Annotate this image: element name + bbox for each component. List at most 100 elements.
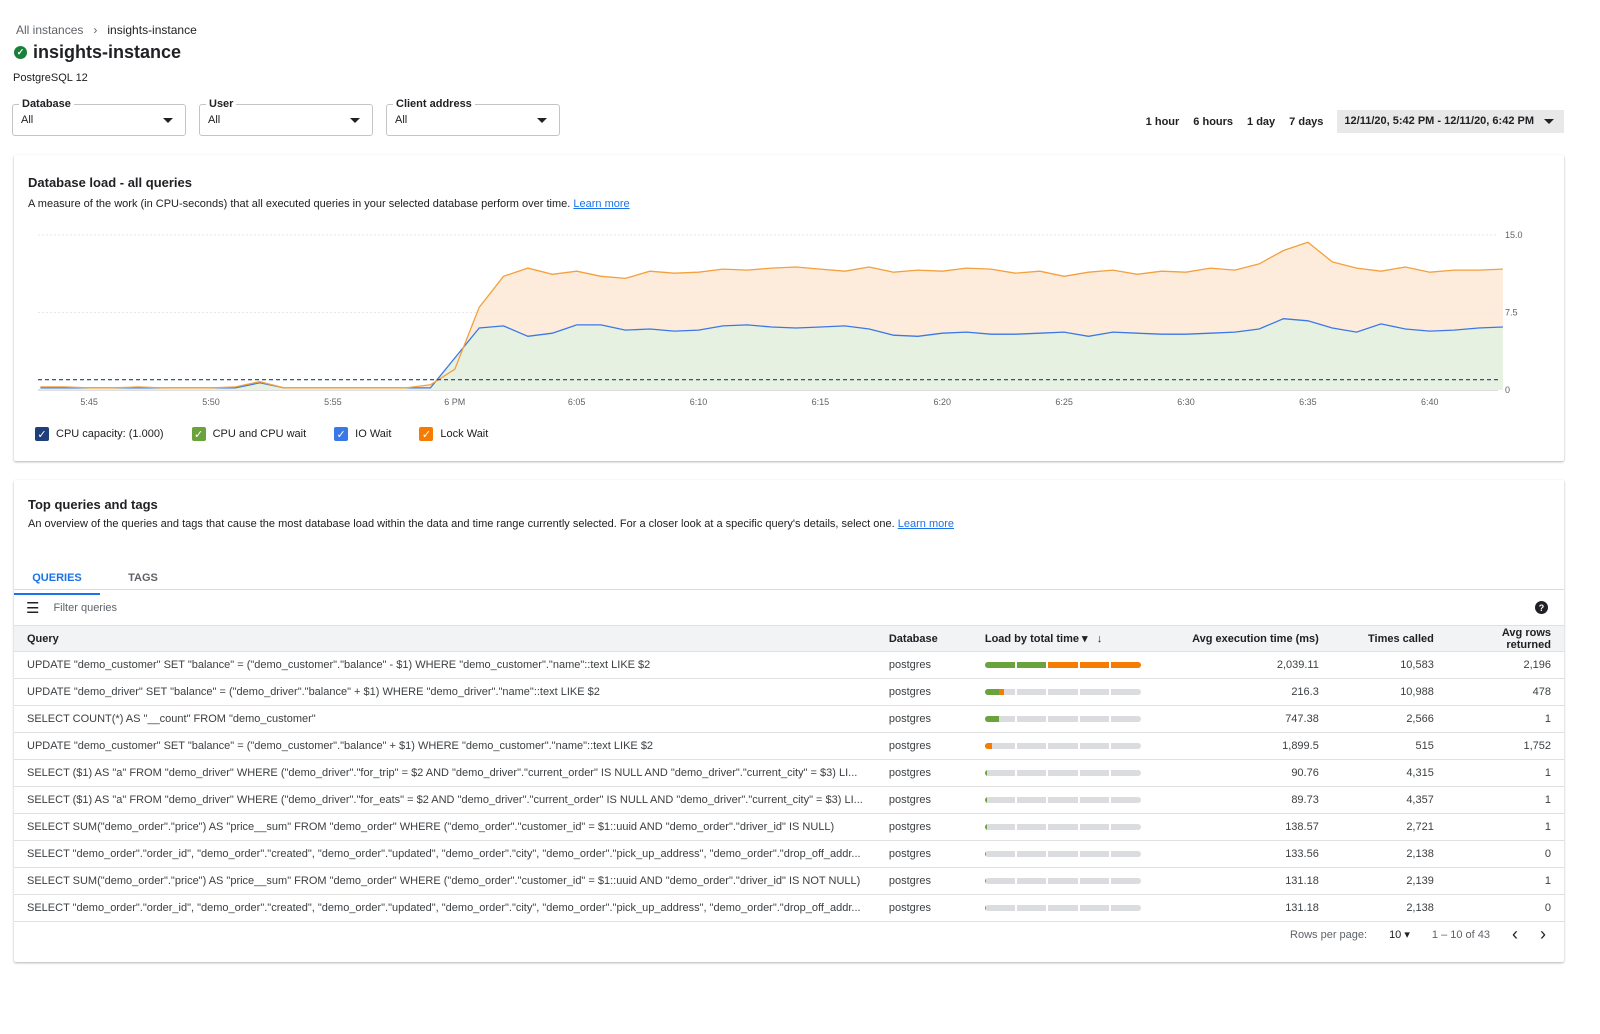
bar-gap bbox=[1077, 797, 1080, 803]
table-row[interactable]: SELECT ($1) AS "a" FROM "demo_driver" WH… bbox=[14, 786, 1564, 814]
range-7-days[interactable]: 7 days bbox=[1289, 116, 1323, 128]
time-range-bar: 1 hour 6 hours 1 day 7 days 12/11/20, 5:… bbox=[1146, 110, 1564, 133]
bar-gap bbox=[1077, 851, 1080, 857]
bar-gap bbox=[1045, 743, 1048, 749]
avg-exec-time: 89.73 bbox=[1161, 786, 1332, 814]
avg-rows: 2,196 bbox=[1446, 651, 1564, 679]
table-row[interactable]: SELECT ($1) AS "a" FROM "demo_driver" WH… bbox=[14, 759, 1564, 787]
sort-descending-icon[interactable]: ↓ bbox=[1097, 633, 1103, 645]
rows-per-page-select[interactable]: 10 ▾ bbox=[1389, 928, 1410, 941]
query-text[interactable]: SELECT SUM("demo_order"."price") AS "pri… bbox=[14, 813, 876, 841]
table-row[interactable]: UPDATE "demo_customer" SET "balance" = (… bbox=[14, 732, 1564, 760]
client-address-select[interactable]: Client address All bbox=[386, 98, 560, 136]
load-bar-lock bbox=[998, 689, 1004, 695]
bar-gap bbox=[1014, 851, 1017, 857]
query-text[interactable]: SELECT ($1) AS "a" FROM "demo_driver" WH… bbox=[14, 786, 876, 814]
bar-gap bbox=[1108, 716, 1111, 722]
legend-cpu-wait[interactable]: ✓ CPU and CPU wait bbox=[191, 427, 306, 441]
legend-lock-wait[interactable]: ✓ Lock Wait bbox=[419, 427, 488, 441]
query-text[interactable]: UPDATE "demo_customer" SET "balance" = (… bbox=[14, 732, 876, 760]
avg-exec-time: 131.18 bbox=[1161, 894, 1332, 922]
database-label: Database bbox=[19, 98, 74, 110]
table-row[interactable]: SELECT SUM("demo_order"."price") AS "pri… bbox=[14, 813, 1564, 841]
col-avg-exec[interactable]: Avg execution time (ms) bbox=[1161, 625, 1332, 652]
dropdown-arrow-icon[interactable]: ▾ bbox=[1082, 633, 1088, 645]
database-select[interactable]: Database All bbox=[12, 98, 186, 136]
query-text[interactable]: SELECT "demo_order"."order_id", "demo_or… bbox=[14, 894, 876, 922]
bar-gap bbox=[1108, 743, 1111, 749]
table-row[interactable]: UPDATE "demo_customer" SET "balance" = (… bbox=[14, 651, 1564, 679]
times-called: 2,139 bbox=[1331, 867, 1447, 895]
x-tick-label: 6:05 bbox=[568, 397, 586, 407]
help-icon[interactable]: ? bbox=[1535, 601, 1548, 614]
check-circle-icon: ✓ bbox=[14, 46, 27, 59]
x-tick-label: 5:45 bbox=[80, 397, 98, 407]
avg-rows: 1 bbox=[1446, 786, 1564, 814]
avg-rows: 1 bbox=[1446, 867, 1564, 895]
times-called: 4,315 bbox=[1331, 759, 1447, 787]
query-text[interactable]: SELECT SUM("demo_order"."price") AS "pri… bbox=[14, 867, 876, 895]
table-row[interactable]: SELECT SUM("demo_order"."price") AS "pri… bbox=[14, 867, 1564, 895]
learn-more-link[interactable]: Learn more bbox=[898, 518, 954, 530]
query-text[interactable]: SELECT COUNT(*) AS "__count" FROM "demo_… bbox=[14, 705, 876, 733]
table-row[interactable]: SELECT COUNT(*) AS "__count" FROM "demo_… bbox=[14, 705, 1564, 733]
prev-page-icon[interactable]: ‹ bbox=[1512, 924, 1518, 945]
queries-card-description: An overview of the queries and tags that… bbox=[28, 518, 954, 530]
table-row[interactable]: SELECT "demo_order"."order_id", "demo_or… bbox=[14, 894, 1564, 922]
avg-exec-time: 90.76 bbox=[1161, 759, 1332, 787]
database-name: postgres bbox=[875, 894, 972, 922]
database-value: All bbox=[21, 114, 34, 126]
database-name: postgres bbox=[875, 759, 972, 787]
x-tick-label: 6:15 bbox=[812, 397, 830, 407]
filter-icon[interactable]: ☰ bbox=[26, 599, 39, 617]
database-name: postgres bbox=[875, 732, 972, 760]
avg-rows: 1 bbox=[1446, 759, 1564, 787]
bar-gap bbox=[1014, 689, 1017, 695]
bar-gap bbox=[1108, 797, 1111, 803]
legend-cpu-capacity[interactable]: ✓ CPU capacity: (1.000) bbox=[35, 427, 164, 441]
user-select[interactable]: User All bbox=[199, 98, 373, 136]
bar-gap bbox=[1045, 851, 1048, 857]
range-6-hours[interactable]: 6 hours bbox=[1193, 116, 1233, 128]
range-1-day[interactable]: 1 day bbox=[1247, 116, 1275, 128]
avg-rows: 0 bbox=[1446, 894, 1564, 922]
checkbox-icon[interactable]: ✓ bbox=[35, 427, 49, 441]
bar-gap bbox=[1045, 905, 1048, 911]
chart-legend: ✓ CPU capacity: (1.000) ✓ CPU and CPU wait… bbox=[35, 427, 488, 441]
range-1-hour[interactable]: 1 hour bbox=[1146, 116, 1180, 128]
instance-name: insights-instance bbox=[33, 42, 182, 62]
checkbox-icon[interactable]: ✓ bbox=[334, 427, 349, 441]
query-text[interactable]: SELECT ($1) AS "a" FROM "demo_driver" WH… bbox=[14, 759, 876, 787]
load-cell bbox=[971, 840, 1162, 868]
x-tick-label: 5:50 bbox=[202, 397, 220, 407]
avg-rows: 0 bbox=[1446, 840, 1564, 868]
x-tick-label: 6:40 bbox=[1421, 397, 1439, 407]
load-cell bbox=[971, 732, 1162, 760]
load-bar bbox=[984, 878, 1141, 884]
breadcrumb-current: insights-instance bbox=[107, 23, 197, 37]
query-text[interactable]: UPDATE "demo_customer" SET "balance" = (… bbox=[14, 651, 876, 679]
query-text[interactable]: UPDATE "demo_driver" SET "balance" = ("d… bbox=[14, 678, 876, 706]
x-tick-label: 6:35 bbox=[1299, 397, 1317, 407]
custom-range-select[interactable]: 12/11/20, 5:42 PM - 12/11/20, 6:42 PM bbox=[1337, 110, 1564, 133]
query-text[interactable]: SELECT "demo_order"."order_id", "demo_or… bbox=[14, 840, 876, 868]
next-page-icon[interactable]: › bbox=[1540, 924, 1546, 945]
chevron-right-icon: › bbox=[93, 23, 98, 37]
col-load[interactable]: Load by total time ▾ ↓ bbox=[971, 625, 1162, 652]
y-tick-label: 15.0 bbox=[1505, 230, 1523, 240]
learn-more-link[interactable]: Learn more bbox=[573, 198, 629, 210]
legend-io-wait[interactable]: ✓ IO Wait bbox=[334, 427, 391, 441]
checkbox-icon[interactable]: ✓ bbox=[419, 427, 434, 441]
col-avg-rows[interactable]: Avg rows returned bbox=[1446, 625, 1564, 652]
dropdown-arrow-icon bbox=[350, 118, 360, 123]
queries-card-description-text: An overview of the queries and tags that… bbox=[28, 518, 895, 530]
database-name: postgres bbox=[875, 786, 972, 814]
load-bar-cpu bbox=[984, 878, 987, 884]
table-row[interactable]: SELECT "demo_order"."order_id", "demo_or… bbox=[14, 840, 1564, 868]
filter-queries-input[interactable]: Filter queries bbox=[53, 602, 1535, 614]
breadcrumb-all-instances[interactable]: All instances bbox=[16, 23, 83, 37]
table-row[interactable]: UPDATE "demo_driver" SET "balance" = ("d… bbox=[14, 678, 1564, 706]
page-range: 1 – 10 of 43 bbox=[1431, 928, 1490, 941]
checkbox-icon[interactable]: ✓ bbox=[191, 427, 206, 441]
col-times-called[interactable]: Times called bbox=[1331, 625, 1447, 652]
